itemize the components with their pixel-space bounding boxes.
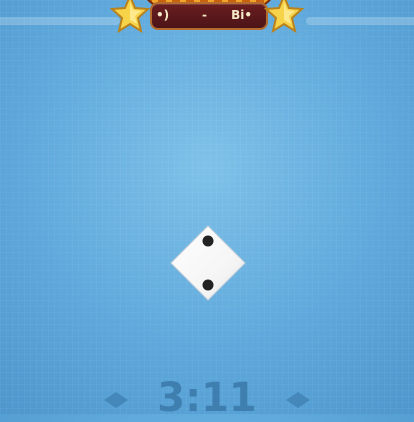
star-icon (110, 0, 150, 34)
star-icon (264, 0, 304, 34)
die[interactable] (167, 222, 249, 304)
game-board: •) - Bi• 3:11 (0, 0, 414, 421)
turn-timer: 3:11 (157, 375, 257, 421)
diamond-icon (286, 392, 310, 408)
top-track-left (0, 17, 120, 25)
die-pip (202, 235, 214, 247)
score-banner: •) - Bi• (108, 0, 306, 44)
name-separator: - (202, 8, 207, 22)
diamond-icon (104, 392, 128, 408)
board-texture (0, 0, 414, 414)
player-name-plate: •) - Bi• (150, 2, 268, 30)
left-player-name: •) (156, 8, 170, 22)
top-track-right (306, 17, 414, 25)
die-pip (202, 279, 214, 291)
right-player-name: Bi• (231, 8, 252, 22)
